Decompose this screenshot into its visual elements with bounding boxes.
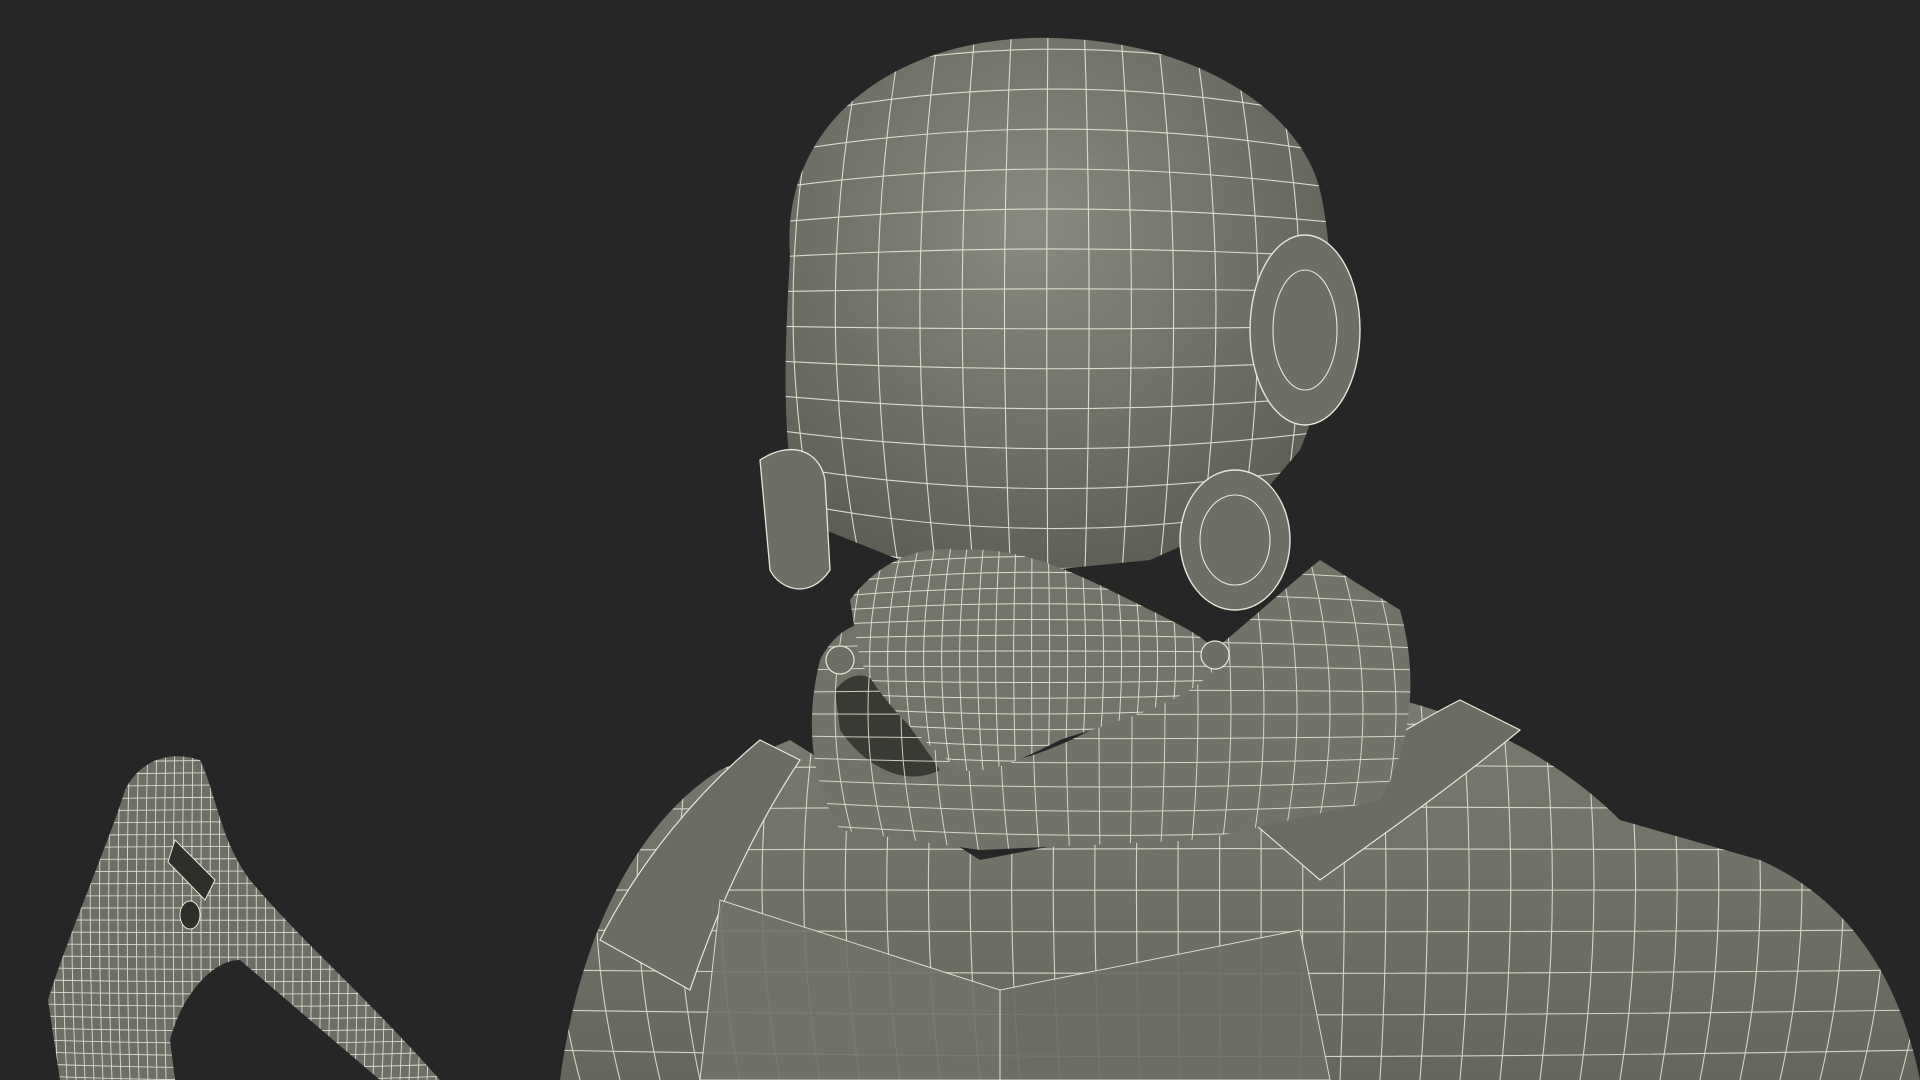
right-cheek-guard: [1179, 469, 1291, 611]
wireframe-soldier-render: [0, 0, 1920, 1080]
mask-left-rivet: [825, 645, 855, 675]
mask-right-rivet: [1200, 640, 1230, 670]
right-ear-guard: [1249, 234, 1361, 426]
left-cheek-guard: [759, 449, 831, 590]
render-viewport: [0, 0, 1920, 1080]
